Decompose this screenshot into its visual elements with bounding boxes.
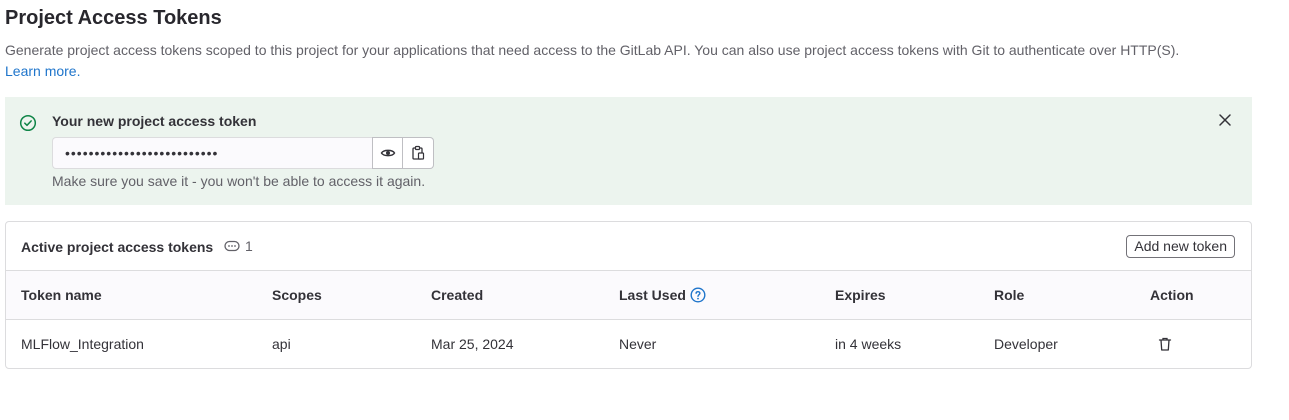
question-icon[interactable]	[690, 287, 706, 303]
token-field[interactable]	[52, 137, 372, 169]
role-cell: Developer	[994, 336, 1058, 352]
token-help-text: Make sure you save it - you won't be abl…	[52, 173, 426, 189]
table-row: MLFlow_Integration api Mar 25, 2024 Neve…	[6, 320, 1251, 368]
scopes-cell: api	[272, 336, 291, 352]
page-title: Project Access Tokens	[5, 7, 222, 29]
column-role: Role	[994, 287, 1025, 303]
column-expires: Expires	[835, 287, 886, 303]
table-header: Token name Scopes Created Last Used Expi…	[6, 271, 1251, 320]
column-last-used-label: Last Used	[619, 287, 686, 303]
alert-title: Your new project access token	[52, 113, 257, 129]
created-cell: Mar 25, 2024	[431, 336, 514, 352]
token-name-cell: MLFlow_Integration	[21, 336, 144, 352]
card-header: Active project access tokens 1 Add new t…	[6, 222, 1251, 271]
last-used-cell: Never	[619, 336, 657, 352]
learn-more-link[interactable]: Learn more.	[5, 63, 80, 79]
token-count-value: 1	[245, 238, 253, 254]
revoke-token-button[interactable]	[1150, 329, 1180, 359]
clipboard-icon	[410, 145, 426, 161]
token-icon	[224, 240, 240, 252]
token-field-group	[52, 137, 434, 169]
column-created: Created	[431, 287, 484, 303]
description-text: Generate project access tokens scoped to…	[5, 42, 1180, 58]
check-circle-icon	[19, 114, 37, 132]
column-last-used: Last Used	[619, 271, 706, 319]
new-token-alert: Your new project access token Make sure …	[5, 97, 1252, 205]
active-tokens-card: Active project access tokens 1 Add new t…	[5, 221, 1252, 369]
eye-icon	[380, 145, 396, 161]
action-cell	[1150, 320, 1180, 368]
expires-cell: in 4 weeks	[835, 336, 902, 352]
card-title: Active project access tokens	[21, 239, 214, 255]
column-action: Action	[1150, 287, 1194, 303]
close-icon[interactable]	[1218, 113, 1232, 127]
token-count: 1	[224, 238, 253, 254]
reveal-token-button[interactable]	[372, 137, 403, 169]
copy-token-button[interactable]	[403, 137, 434, 169]
add-new-token-button[interactable]: Add new token	[1126, 235, 1235, 258]
page-description: Generate project access tokens scoped to…	[5, 40, 1215, 82]
trash-icon	[1157, 336, 1173, 352]
column-token-name: Token name	[21, 287, 102, 303]
column-scopes: Scopes	[272, 287, 322, 303]
